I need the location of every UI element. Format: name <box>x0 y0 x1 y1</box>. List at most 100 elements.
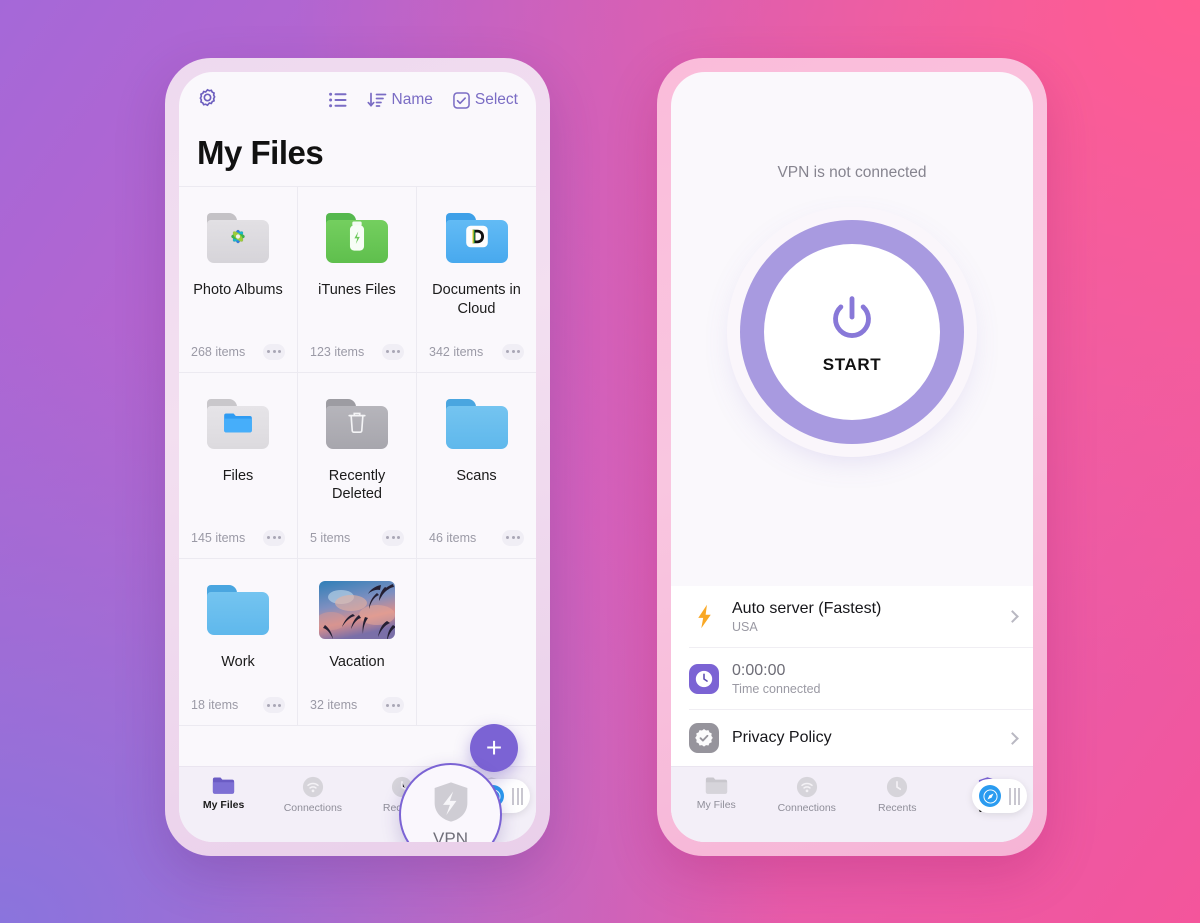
vpn-row-title: Privacy Policy <box>732 729 832 746</box>
vpn-screen: VPN is not connected START Auto server (… <box>671 72 1033 842</box>
gear-icon[interactable] <box>197 87 218 113</box>
file-item-count: 18 items <box>191 698 239 712</box>
vpn-row-text: 0:00:00 Time connected <box>732 661 1017 696</box>
file-item-recently-deleted[interactable]: Recently Deleted 5 items <box>298 372 417 559</box>
folder-work-icon <box>207 573 269 647</box>
tab-label: Connections <box>777 802 836 814</box>
sort-descending-icon <box>366 92 386 107</box>
vpn-row-subtitle: Time connected <box>732 682 821 696</box>
tab-my-files[interactable]: My Files <box>179 776 268 811</box>
drag-handle-icon[interactable] <box>1009 787 1020 805</box>
file-item-itunes-files[interactable]: iTunes Files 123 items <box>298 187 417 373</box>
left-tab-bar: My Files Connections VPN <box>179 763 536 842</box>
file-item-count: 46 items <box>429 530 477 545</box>
shield-check-icon <box>689 723 719 753</box>
bolt-icon <box>689 604 719 629</box>
tab-connections[interactable]: Connections <box>268 776 357 814</box>
add-button[interactable]: + <box>470 724 518 772</box>
select-button[interactable]: Select <box>453 91 518 109</box>
right-dock-pill <box>972 779 1027 813</box>
folder-photos-icon <box>207 201 269 275</box>
vpn-row-text: Auto server (Fastest) USA <box>732 599 995 634</box>
file-manager-phone: Name Select My Files Photo Albums 268 it… <box>165 58 550 856</box>
vpn-row-title: 0:00:00 <box>732 662 786 679</box>
vpn-row-privacy-policy[interactable]: Privacy Policy <box>689 710 1033 766</box>
folder-itunes-icon <box>326 201 388 275</box>
more-options-icon[interactable] <box>382 529 404 546</box>
page-title: My Files <box>197 134 324 171</box>
file-item-count: 268 items <box>191 344 246 359</box>
tab-label: My Files <box>202 799 245 811</box>
vpn-row-subtitle: USA <box>732 620 758 634</box>
vpn-status-text: VPN is not connected <box>777 164 927 181</box>
file-manager-toolbar: Name Select <box>179 72 536 128</box>
file-item-files[interactable]: Files 145 items <box>179 372 298 559</box>
more-options-icon[interactable] <box>502 529 524 546</box>
chevron-right-icon <box>1006 610 1019 623</box>
tab-recents[interactable]: Recents <box>852 776 943 814</box>
file-item-label: Vacation <box>329 653 385 670</box>
file-item-count: 123 items <box>310 344 365 359</box>
more-options-icon[interactable] <box>382 343 404 360</box>
vpn-row-title: Auto server (Fastest) <box>732 600 882 617</box>
vpn-tab-magnifier: VPN <box>399 763 502 842</box>
folder-icon <box>705 777 727 794</box>
checkbox-icon <box>453 91 470 109</box>
file-grid: Photo Albums 268 items iTunes Files 123 … <box>179 186 536 726</box>
right-tab-bar: My Files Connections Recents <box>671 766 1033 842</box>
more-options-icon[interactable] <box>263 697 285 713</box>
more-options-icon[interactable] <box>263 343 285 360</box>
vpn-row-text: Privacy Policy <box>732 728 995 748</box>
file-item-label: iTunes Files <box>318 282 396 298</box>
tab-label: Connections <box>283 802 343 814</box>
tab-my-files[interactable]: My Files <box>671 776 762 811</box>
shield-icon <box>434 782 467 822</box>
file-item-label: Scans <box>456 467 497 484</box>
list-view-icon[interactable] <box>328 92 347 108</box>
file-item-count: 32 items <box>310 698 358 712</box>
vpn-power-area: START <box>671 182 1033 444</box>
more-options-icon[interactable] <box>382 697 404 713</box>
sort-by-name-button[interactable]: Name <box>366 91 433 109</box>
file-item-count: 145 items <box>191 530 246 545</box>
more-options-icon[interactable] <box>502 343 524 360</box>
file-item-label: Work <box>221 653 255 670</box>
tab-connections[interactable]: Connections <box>762 776 853 814</box>
file-item-photo-albums[interactable]: Photo Albums 268 items <box>179 187 298 373</box>
drag-handle-icon[interactable] <box>512 787 523 805</box>
vpn-start-button[interactable]: START <box>740 220 964 444</box>
tab-label: My Files <box>696 799 736 811</box>
chevron-right-icon <box>1006 731 1019 745</box>
more-options-icon[interactable] <box>263 529 285 546</box>
file-item-scans[interactable]: Scans 46 items <box>417 373 536 559</box>
vpn-row-time-connected: 0:00:00 Time connected <box>689 648 1033 710</box>
file-item-footer: 5 items <box>308 529 406 558</box>
tab-label: Recents <box>877 802 917 814</box>
file-item-footer: 268 items <box>189 343 287 372</box>
wifi-icon <box>302 776 323 798</box>
file-item-footer: 46 items <box>427 529 526 558</box>
file-item-footer: 123 items <box>308 343 406 372</box>
file-item-label: Documents in Cloud <box>432 282 521 317</box>
file-item-footer: 32 items <box>308 697 406 725</box>
folder-trash-icon <box>326 387 388 461</box>
vpn-start-button-core: START <box>764 244 940 420</box>
file-item-footer: 145 items <box>189 529 287 558</box>
file-item-count: 342 items <box>429 344 484 359</box>
vpn-start-label: START <box>822 355 882 374</box>
file-item-documents-in-cloud[interactable]: Documents in Cloud 342 items <box>417 187 536 373</box>
folder-icon <box>213 777 235 794</box>
power-icon <box>833 296 871 338</box>
file-item-vacation[interactable]: Vacation 32 items <box>298 558 417 726</box>
folder-scans-icon <box>445 387 508 461</box>
clock-icon <box>887 776 908 798</box>
file-item-work[interactable]: Work 18 items <box>179 558 298 726</box>
vpn-row-auto-server[interactable]: Auto server (Fastest) USA <box>689 586 1033 648</box>
safari-compass-icon[interactable] <box>979 785 1001 807</box>
folder-documents-icon <box>445 201 508 275</box>
file-grid-empty-cell <box>417 559 536 726</box>
folder-files-icon <box>207 387 269 461</box>
wifi-icon <box>796 776 817 798</box>
file-item-label: Files <box>222 467 254 484</box>
magnifier-label: VPN <box>433 829 468 842</box>
